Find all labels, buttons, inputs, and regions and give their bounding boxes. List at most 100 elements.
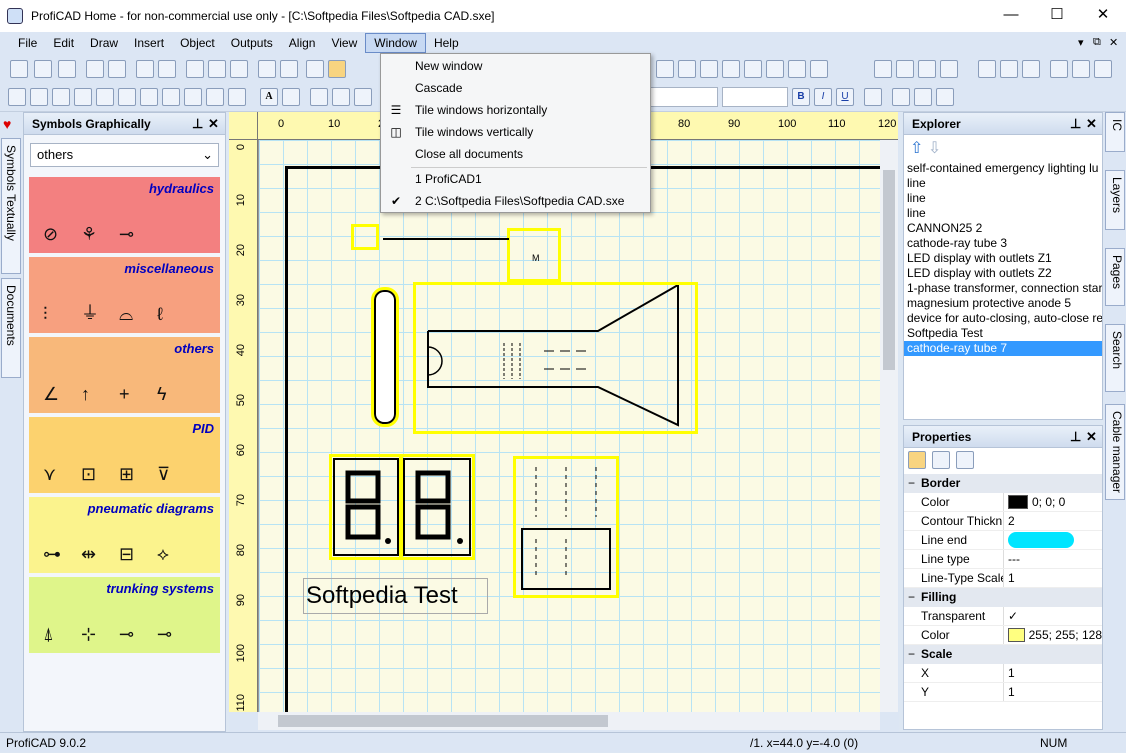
panel-close-icon[interactable]: ✕: [1086, 113, 1097, 135]
category-others[interactable]: others ∠ ↑ + ϟ: [29, 337, 220, 413]
explorer-item[interactable]: line: [904, 206, 1102, 221]
align-box-4-icon[interactable]: [940, 60, 958, 78]
layers-icon[interactable]: [788, 60, 806, 78]
maximize-button[interactable]: ☐: [1034, 0, 1080, 30]
junction-tool-icon[interactable]: [332, 88, 350, 106]
label-tool-icon[interactable]: [354, 88, 372, 106]
rectangle-tool-icon[interactable]: [96, 88, 114, 106]
lighting-symbol[interactable]: [351, 224, 379, 250]
symbol-thumbnail[interactable]: ⫶: [43, 304, 48, 325]
zoom-icon[interactable]: [864, 88, 882, 106]
explorer-item[interactable]: LED display with outlets Z2: [904, 266, 1102, 281]
favorites-icon[interactable]: ♥: [3, 116, 11, 132]
explorer-item[interactable]: magnesium protective anode 5: [904, 296, 1102, 311]
wire-line[interactable]: [383, 238, 509, 240]
save-icon[interactable]: [58, 60, 76, 78]
paste-icon[interactable]: [230, 60, 248, 78]
curve-tool-icon[interactable]: [74, 88, 92, 106]
menu-item-close-all[interactable]: Close all documents: [381, 143, 650, 165]
property-group[interactable]: Border: [904, 474, 1102, 493]
close-button[interactable]: ✕: [1080, 0, 1126, 30]
font-name-combo[interactable]: [650, 87, 718, 107]
menu-item-tile-vertically[interactable]: ◫ Tile windows vertically: [381, 121, 650, 143]
tab-cable-manager[interactable]: Cable manager: [1105, 404, 1125, 500]
font-size-combo[interactable]: [722, 87, 788, 107]
property-row[interactable]: Contour Thickn 2: [904, 512, 1102, 531]
led-display-z2-symbol[interactable]: [399, 454, 475, 560]
property-row[interactable]: X1: [904, 664, 1102, 683]
menu-view[interactable]: View: [323, 34, 365, 52]
categorized-icon[interactable]: [908, 451, 926, 469]
symbol-thumbnail[interactable]: ⊸: [119, 624, 134, 645]
property-row[interactable]: Transparent ✓: [904, 607, 1102, 626]
cross-tool-icon[interactable]: [184, 88, 202, 106]
explorer-item[interactable]: Softpedia Test: [904, 326, 1102, 341]
new-icon[interactable]: [10, 60, 28, 78]
symbol-thumbnail[interactable]: ⊹: [81, 624, 96, 645]
symbol-thumbnail[interactable]: ⊸: [119, 224, 134, 245]
tab-symbols-textually[interactable]: Symbols Textually: [1, 138, 21, 274]
device-icon[interactable]: [810, 60, 828, 78]
horizontal-scrollbar[interactable]: [258, 712, 880, 730]
arrow-down-icon[interactable]: ⇩: [928, 140, 941, 157]
panel-close-icon[interactable]: ✕: [1086, 426, 1097, 448]
pin-icon[interactable]: ⊥: [192, 113, 203, 135]
mdi-close-icon[interactable]: ✕: [1109, 36, 1118, 49]
horizontal-scroll-thumb[interactable]: [278, 715, 608, 727]
menu-item-cascade[interactable]: Cascade: [381, 77, 650, 99]
panel-close-icon[interactable]: ✕: [208, 113, 219, 135]
property-row[interactable]: Line-Type Scale 1: [904, 569, 1102, 588]
mirror-icon[interactable]: [306, 60, 324, 78]
property-group[interactable]: Scale: [904, 645, 1102, 664]
redo-icon[interactable]: [108, 60, 126, 78]
protective-anode-symbol[interactable]: M: [507, 228, 561, 282]
category-pid[interactable]: PID ⋎ ⊡ ⊞ ⊽: [29, 417, 220, 493]
line-tool-icon[interactable]: [8, 88, 26, 106]
menu-item-proficad1[interactable]: 1 ProfiCAD1: [381, 168, 650, 190]
property-value[interactable]: 2: [1004, 512, 1102, 530]
property-value[interactable]: 1: [1004, 664, 1102, 682]
ellipse-tool-icon[interactable]: [162, 88, 180, 106]
align-center-icon[interactable]: [1000, 60, 1018, 78]
symbol-thumbnail[interactable]: ⊽: [157, 464, 170, 485]
pie-tool-icon[interactable]: [206, 88, 224, 106]
book-icon[interactable]: [766, 60, 784, 78]
explorer-item[interactable]: self-contained emergency lighting lu: [904, 161, 1102, 176]
align-box-2-icon[interactable]: [896, 60, 914, 78]
symbol-thumbnail[interactable]: +: [119, 384, 130, 405]
cut-icon[interactable]: [186, 60, 204, 78]
image-icon[interactable]: [258, 60, 276, 78]
property-row[interactable]: Color 0; 0; 0: [904, 493, 1102, 512]
explorer-item[interactable]: 1-phase transformer, connection star: [904, 281, 1102, 296]
property-row[interactable]: Line end: [904, 531, 1102, 550]
property-value[interactable]: 1: [1004, 569, 1102, 587]
symbol-thumbnail[interactable]: ⍋: [43, 624, 54, 645]
wire-tool-icon[interactable]: [310, 88, 328, 106]
align-box-1-icon[interactable]: [874, 60, 892, 78]
pin-icon[interactable]: ⊥: [1070, 113, 1081, 135]
drawing-sheet[interactable]: M Softpedia Test: [258, 140, 880, 712]
print-preview-icon[interactable]: [136, 60, 154, 78]
flip-icon[interactable]: [328, 60, 346, 78]
print-icon[interactable]: [158, 60, 176, 78]
menu-insert[interactable]: Insert: [126, 34, 172, 52]
mdi-minimize-icon[interactable]: ▾: [1078, 36, 1084, 49]
menu-file[interactable]: File: [10, 34, 45, 52]
block-icon[interactable]: [744, 60, 762, 78]
align-left-icon[interactable]: [978, 60, 996, 78]
text-align-left-icon[interactable]: [892, 88, 910, 106]
menu-align[interactable]: Align: [281, 34, 324, 52]
menu-help[interactable]: Help: [426, 34, 467, 52]
category-hydraulics[interactable]: hydraulics ⊘ ⚘ ⊸: [29, 177, 220, 253]
italic-button[interactable]: I: [814, 88, 832, 106]
polygon-tool-icon[interactable]: [228, 88, 246, 106]
explorer-item[interactable]: device for auto-closing, auto-close re: [904, 311, 1102, 326]
explorer-item[interactable]: CANNON25 2: [904, 221, 1102, 236]
symbol-thumbnail[interactable]: ϟ: [157, 384, 167, 405]
category-combo[interactable]: others ⌄: [30, 143, 219, 167]
components-icon[interactable]: [678, 60, 696, 78]
pin-icon[interactable]: ⊥: [1070, 426, 1081, 448]
underline-button[interactable]: U: [836, 88, 854, 106]
symbol-thumbnail[interactable]: ℓ: [157, 304, 163, 325]
textbox-tool-icon[interactable]: [282, 88, 300, 106]
